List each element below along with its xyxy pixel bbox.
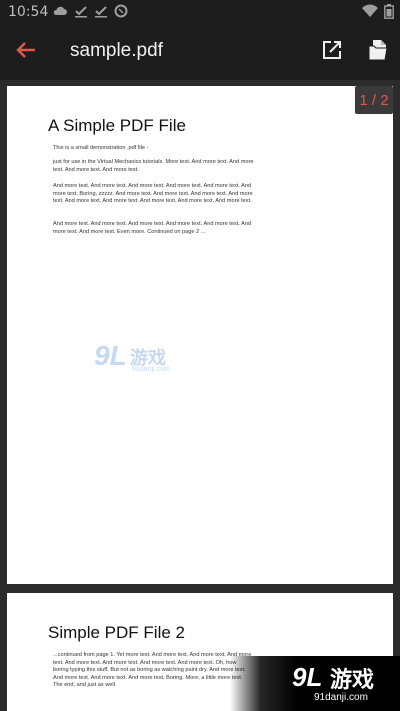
status-notification-icons xyxy=(52,4,128,23)
watermark-logo: 9L 游戏 91danji.com xyxy=(94,340,194,380)
corner-watermark-logo-mark: 9L xyxy=(292,662,323,692)
page-indicator: 1 / 2 xyxy=(355,86,393,114)
status-bar: 10:54 xyxy=(0,0,400,24)
status-time: 10:54 xyxy=(8,4,49,20)
check-icon xyxy=(94,4,108,23)
page-2-paragraph: ...continued from page 1. Yet more text.… xyxy=(53,652,252,689)
documents-button[interactable] xyxy=(362,36,394,68)
status-system-icons xyxy=(362,4,394,24)
watermark-url: 91danji.com xyxy=(132,366,170,373)
open-external-button[interactable] xyxy=(316,36,348,68)
page-2-title: Simple PDF File 2 xyxy=(48,623,185,642)
page-1-title: A Simple PDF File xyxy=(48,116,186,135)
back-button[interactable] xyxy=(10,36,42,68)
corner-watermark: 9L 游戏 91danji.com xyxy=(230,656,400,711)
page-1-paragraph: And more text. And more text. And more t… xyxy=(53,183,253,205)
battery-icon xyxy=(384,4,394,24)
pdf-viewer[interactable]: A Simple PDF File This is a small demons… xyxy=(0,80,400,711)
page-1-paragraph: And more text. And more text. And more t… xyxy=(53,221,252,235)
pdf-page-1: A Simple PDF File This is a small demons… xyxy=(7,86,393,584)
toolbar: sample.pdf xyxy=(0,24,400,80)
cloud-icon xyxy=(52,4,68,23)
open-external-icon xyxy=(322,40,342,65)
check-icon xyxy=(74,4,88,23)
arrow-back-icon xyxy=(15,41,37,64)
corner-watermark-url: 91danji.com xyxy=(314,692,368,703)
page-1-paragraph: This is a small demonstration .pdf file … xyxy=(53,145,149,151)
wifi-icon xyxy=(362,4,378,24)
document-title: sample.pdf xyxy=(70,40,163,61)
circle-icon xyxy=(114,4,128,23)
watermark-logo-mark: 9L xyxy=(94,340,127,371)
documents-icon xyxy=(367,39,389,66)
corner-watermark-brand: 游戏 xyxy=(330,667,375,692)
page-1-paragraph: just for use in the Virtual Mechanics tu… xyxy=(53,159,254,173)
